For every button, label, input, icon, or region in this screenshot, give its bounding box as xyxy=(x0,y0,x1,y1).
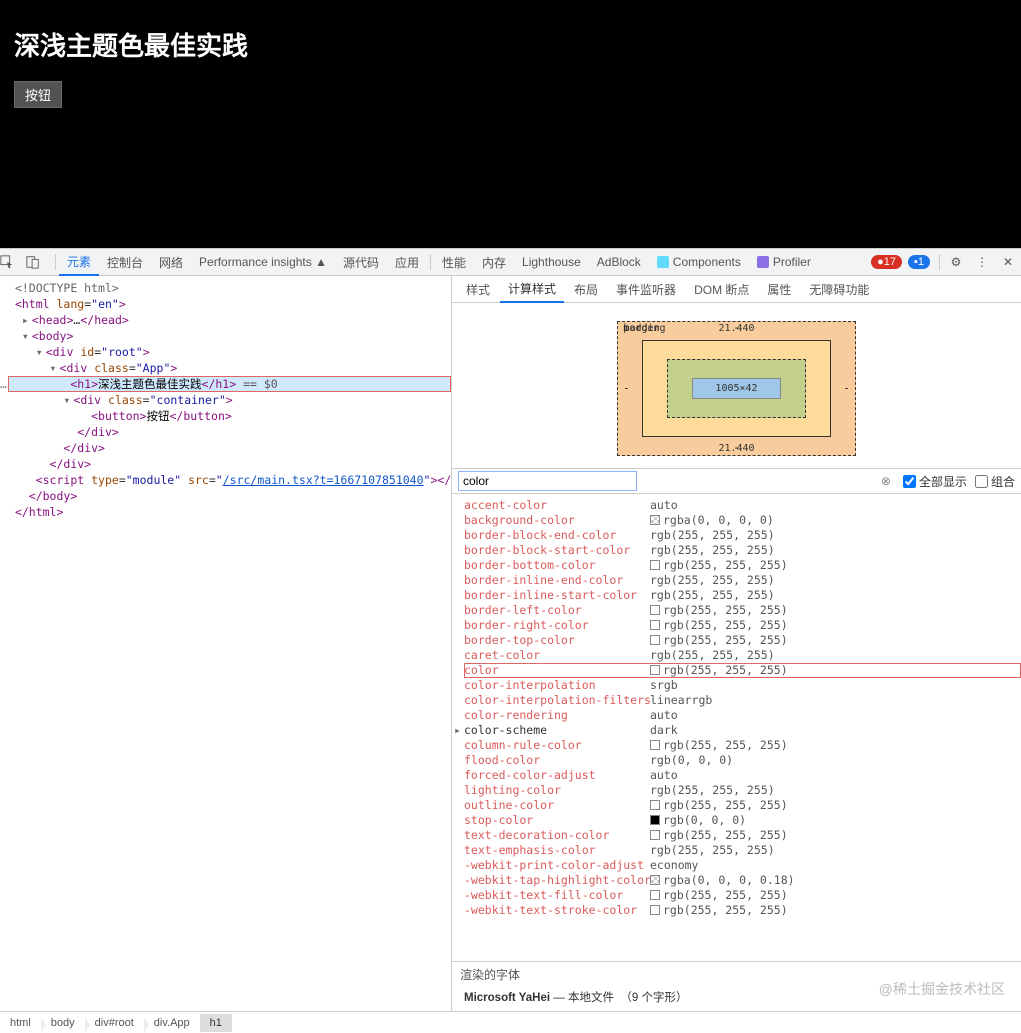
devtools-tab-4[interactable]: 源代码 xyxy=(335,248,387,276)
styles-tab-2[interactable]: 布局 xyxy=(566,276,606,303)
breadcrumb-item[interactable]: div.App xyxy=(144,1014,200,1032)
prop-color[interactable]: colorrgb(255, 255, 255) xyxy=(464,663,1021,678)
breadcrumb-item[interactable]: html xyxy=(0,1014,41,1032)
filter-input[interactable] xyxy=(458,471,637,491)
prop-border-block-start-color[interactable]: border-block-start-colorrgb(255, 255, 25… xyxy=(464,543,1021,558)
prop-border-top-color[interactable]: border-top-colorrgb(255, 255, 255) xyxy=(464,633,1021,648)
styles-tab-3[interactable]: 事件监听器 xyxy=(608,276,684,303)
prop-outline-color[interactable]: outline-colorrgb(255, 255, 255) xyxy=(464,798,1021,813)
prop-border-block-end-color[interactable]: border-block-end-colorrgb(255, 255, 255) xyxy=(464,528,1021,543)
prop--webkit-print-color-adjust[interactable]: -webkit-print-color-adjusteconomy xyxy=(464,858,1021,873)
prop-caret-color[interactable]: caret-colorrgb(255, 255, 255) xyxy=(464,648,1021,663)
dom-head[interactable]: ▸<head>…</head> xyxy=(8,312,451,328)
prop-color-scheme[interactable]: ▸color-schemedark xyxy=(464,723,1021,738)
bm-padding-label: padding xyxy=(623,323,665,334)
filter-row: ⊗ 全部显示 组合 xyxy=(452,468,1021,494)
devtools-tab-10[interactable]: Components xyxy=(649,248,749,276)
elements-panel: <!DOCTYPE html> <html lang="en"> ▸<head>… xyxy=(0,276,452,1011)
styles-tabs: 样式计算样式布局事件监听器DOM 断点属性无障碍功能 xyxy=(452,276,1021,303)
devtools-tab-8[interactable]: Lighthouse xyxy=(514,248,589,276)
styles-tab-0[interactable]: 样式 xyxy=(458,276,498,303)
prop-border-right-color[interactable]: border-right-colorrgb(255, 255, 255) xyxy=(464,618,1021,633)
gear-icon[interactable]: ⚙ xyxy=(943,255,969,269)
app-button[interactable]: 按钮 xyxy=(14,81,62,108)
message-badge[interactable]: ▪ 1 xyxy=(908,255,930,269)
prop-text-decoration-color[interactable]: text-decoration-colorrgb(255, 255, 255) xyxy=(464,828,1021,843)
dom-div-close-2[interactable]: </div> xyxy=(8,440,451,456)
prop-color-interpolation[interactable]: color-interpolationsrgb xyxy=(464,678,1021,693)
prop-column-rule-color[interactable]: column-rule-colorrgb(255, 255, 255) xyxy=(464,738,1021,753)
prop-flood-color[interactable]: flood-colorrgb(0, 0, 0) xyxy=(464,753,1021,768)
devtools-tab-9[interactable]: AdBlock xyxy=(589,248,649,276)
breadcrumb-item[interactable]: h1 xyxy=(200,1014,232,1032)
box-model: margin 21.440 21.440 - - border - - - - xyxy=(452,303,1021,468)
group-checkbox[interactable]: 组合 xyxy=(975,473,1015,490)
devtools-tab-7[interactable]: 内存 xyxy=(474,248,514,276)
styles-tab-1[interactable]: 计算样式 xyxy=(500,276,564,303)
prop--webkit-tap-highlight-color[interactable]: -webkit-tap-highlight-colorrgba(0, 0, 0,… xyxy=(464,873,1021,888)
dom-tree[interactable]: <!DOCTYPE html> <html lang="en"> ▸<head>… xyxy=(0,276,451,1011)
prop-background-color[interactable]: background-colorrgba(0, 0, 0, 0) xyxy=(464,513,1021,528)
devtools-tab-1[interactable]: 控制台 xyxy=(99,248,151,276)
breadcrumb: htmlbodydiv#rootdiv.Apph1 xyxy=(0,1011,1021,1033)
device-icon[interactable] xyxy=(26,255,52,269)
devtools-toolbar: 元素控制台网络Performance insights ▲源代码应用性能内存Li… xyxy=(0,248,1021,276)
prop-border-bottom-color[interactable]: border-bottom-colorrgb(255, 255, 255) xyxy=(464,558,1021,573)
inspect-icon[interactable] xyxy=(0,255,26,269)
prop-border-left-color[interactable]: border-left-colorrgb(255, 255, 255) xyxy=(464,603,1021,618)
prop-forced-color-adjust[interactable]: forced-color-adjustauto xyxy=(464,768,1021,783)
prop-text-emphasis-color[interactable]: text-emphasis-colorrgb(255, 255, 255) xyxy=(464,843,1021,858)
prop--webkit-text-fill-color[interactable]: -webkit-text-fill-colorrgb(255, 255, 255… xyxy=(464,888,1021,903)
close-icon[interactable]: ✕ xyxy=(995,255,1021,269)
prop-accent-color[interactable]: accent-colorauto xyxy=(464,498,1021,513)
prop-stop-color[interactable]: stop-colorrgb(0, 0, 0) xyxy=(464,813,1021,828)
devtools-tabs: 元素控制台网络Performance insights ▲源代码应用性能内存Li… xyxy=(59,248,871,276)
dom-root[interactable]: ▾<div id="root"> xyxy=(8,344,451,360)
watermark: @稀土掘金技术社区 xyxy=(879,979,1005,999)
devtools-tab-0[interactable]: 元素 xyxy=(59,248,99,276)
prop-border-inline-start-color[interactable]: border-inline-start-colorrgb(255, 255, 2… xyxy=(464,588,1021,603)
show-all-checkbox[interactable]: 全部显示 xyxy=(903,473,967,490)
bm-content: 1005×42 xyxy=(692,378,780,399)
dom-html-close[interactable]: </html> xyxy=(8,504,451,520)
styles-tab-6[interactable]: 无障碍功能 xyxy=(801,276,877,303)
prop-border-inline-end-color[interactable]: border-inline-end-colorrgb(255, 255, 255… xyxy=(464,573,1021,588)
dom-button[interactable]: <button>按钮</button> xyxy=(8,408,451,424)
app-preview: 深浅主题色最佳实践 按钮 xyxy=(0,0,1021,248)
clear-icon[interactable]: ⊗ xyxy=(881,474,891,488)
styles-tab-5[interactable]: 属性 xyxy=(759,276,799,303)
app-heading: 深浅主题色最佳实践 xyxy=(14,26,1007,63)
error-badge[interactable]: ● 17 xyxy=(871,255,902,269)
breadcrumb-item[interactable]: div#root xyxy=(85,1014,144,1032)
dom-div-close-3[interactable]: </div> xyxy=(8,456,451,472)
prop-color-rendering[interactable]: color-renderingauto xyxy=(464,708,1021,723)
dom-h1-selected[interactable]: <h1>深浅主题色最佳实践</h1> == $0 xyxy=(8,376,451,392)
styles-tab-4[interactable]: DOM 断点 xyxy=(686,276,757,303)
dom-body-close[interactable]: </body> xyxy=(8,488,451,504)
devtools-tab-3[interactable]: Performance insights ▲ xyxy=(191,248,335,276)
prop-color-interpolation-filters[interactable]: color-interpolation-filterslinearrgb xyxy=(464,693,1021,708)
prop-lighting-color[interactable]: lighting-colorrgb(255, 255, 255) xyxy=(464,783,1021,798)
dom-body-open[interactable]: ▾<body> xyxy=(8,328,451,344)
dom-script[interactable]: <script type="module" src="/src/main.tsx… xyxy=(8,472,451,488)
devtools-tab-11[interactable]: Profiler xyxy=(749,248,819,276)
dom-html-open[interactable]: <html lang="en"> xyxy=(8,296,451,312)
dom-doctype[interactable]: <!DOCTYPE html> xyxy=(8,280,451,296)
devtools-tab-5[interactable]: 应用 xyxy=(387,248,427,276)
styles-panel: 样式计算样式布局事件监听器DOM 断点属性无障碍功能 margin 21.440… xyxy=(452,276,1021,1011)
devtools-tab-6[interactable]: 性能 xyxy=(434,248,474,276)
computed-properties[interactable]: accent-colorautobackground-colorrgba(0, … xyxy=(452,494,1021,961)
prop--webkit-text-stroke-color[interactable]: -webkit-text-stroke-colorrgb(255, 255, 2… xyxy=(464,903,1021,918)
breadcrumb-item[interactable]: body xyxy=(41,1014,85,1032)
dom-div-close-1[interactable]: </div> xyxy=(8,424,451,440)
more-icon[interactable]: ⋮ xyxy=(969,255,995,269)
dom-container[interactable]: ▾<div class="container"> xyxy=(8,392,451,408)
devtools-tab-2[interactable]: 网络 xyxy=(151,248,191,276)
dom-app[interactable]: ▾<div class="App"> xyxy=(8,360,451,376)
